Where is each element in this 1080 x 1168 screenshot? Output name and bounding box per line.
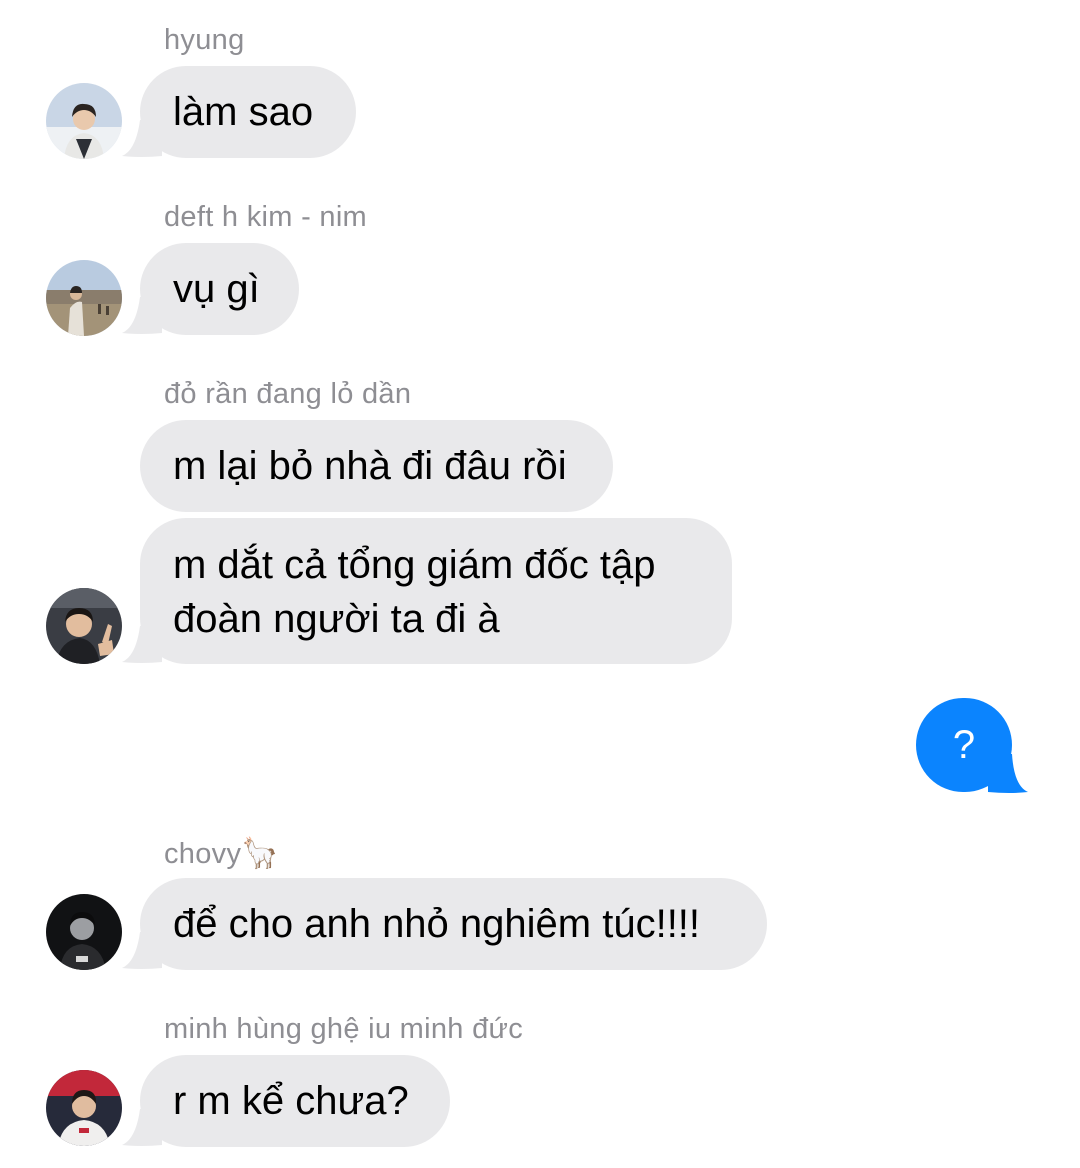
sender-name: đỏ rần đang lỏ dần bbox=[164, 378, 412, 410]
message-bubble[interactable]: để cho anh nhỏ nghiêm túc!!!! bbox=[140, 878, 767, 970]
bubble-tail-icon bbox=[122, 297, 162, 334]
avatar-minh-hung[interactable] bbox=[46, 1070, 122, 1146]
sender-name-text: chovy bbox=[164, 838, 242, 870]
avatar-deft[interactable] bbox=[46, 260, 122, 336]
bubble-tail-icon bbox=[122, 120, 162, 157]
sender-name: deft h kim - nim bbox=[164, 201, 368, 233]
bubble-tail-icon bbox=[122, 1109, 162, 1146]
bubble-tail-icon bbox=[122, 626, 162, 663]
sender-name: chovy🦙 bbox=[164, 836, 279, 871]
message-bubble[interactable]: làm sao bbox=[140, 66, 356, 158]
avatar-hyung[interactable] bbox=[46, 83, 122, 159]
sender-name: hyung bbox=[164, 24, 245, 56]
bubble-tail-icon bbox=[122, 932, 162, 969]
message-bubble[interactable]: m lại bỏ nhà đi đâu rồi bbox=[140, 420, 613, 512]
avatar-do-ran[interactable] bbox=[46, 588, 122, 664]
sender-name: minh hùng ghệ iu minh đức bbox=[164, 1013, 524, 1045]
message-bubble[interactable]: r m kể chưa? bbox=[140, 1055, 450, 1147]
bubble-tail-icon bbox=[988, 754, 1028, 793]
message-bubble[interactable]: m dắt cả tổng giám đốc tập đoàn người ta… bbox=[140, 518, 732, 664]
message-bubble[interactable]: vụ gì bbox=[140, 243, 299, 335]
llama-icon: 🦙 bbox=[241, 836, 279, 871]
avatar-chovy[interactable] bbox=[46, 894, 122, 970]
